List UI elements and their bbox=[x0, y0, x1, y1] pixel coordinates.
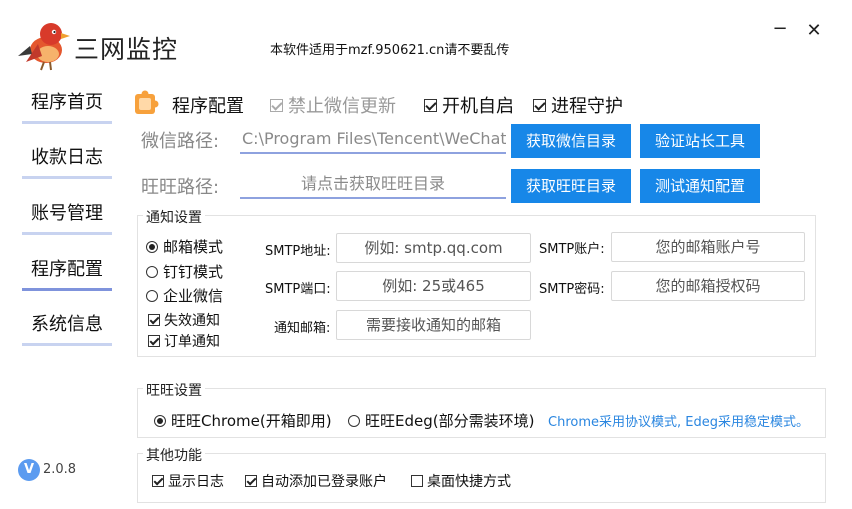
smtp-port-label: SMTP端口: bbox=[265, 282, 331, 297]
app-title: 三网监控 bbox=[74, 35, 179, 64]
mode-dingtalk-radio[interactable]: 钉钉模式 bbox=[146, 261, 223, 282]
other-features-title: 其他功能 bbox=[143, 445, 205, 465]
notify-email-label: 通知邮箱: bbox=[274, 321, 331, 336]
wechat-path-label: 微信路径: bbox=[141, 131, 220, 152]
config-section-title: 程序配置 bbox=[172, 96, 244, 117]
smtp-port-input[interactable]: 例如: 25或465 bbox=[336, 271, 531, 301]
minimize-button[interactable]: − bbox=[772, 20, 788, 40]
sidebar-item-accounts[interactable]: 账号管理 bbox=[22, 199, 112, 235]
checkbox-label: 自动添加已登录账户 bbox=[261, 474, 387, 490]
smtp-host-label: SMTP地址: bbox=[265, 244, 331, 259]
wangwang-edge-radio[interactable]: 旺旺Edeg(部分需装环境) bbox=[348, 410, 534, 431]
process-guard-checkbox[interactable]: 进程守护 bbox=[533, 92, 623, 118]
radio-label: 旺旺Edeg(部分需装环境) bbox=[365, 412, 535, 430]
puzzle-icon bbox=[135, 90, 159, 114]
sidebar-item-config[interactable]: 程序配置 bbox=[22, 255, 112, 291]
usage-notice: 本软件适用于mzf.950621.cn请不要乱传 bbox=[270, 43, 510, 58]
checkbox-box bbox=[245, 475, 257, 487]
radio-dot bbox=[154, 414, 166, 427]
smtp-account-label: SMTP账户: bbox=[539, 242, 605, 257]
checkbox-box bbox=[270, 98, 283, 112]
radio-label: 邮箱模式 bbox=[163, 238, 224, 256]
radio-label: 旺旺Chrome(开箱即用) bbox=[171, 412, 332, 430]
order-notify-checkbox[interactable]: 订单通知 bbox=[148, 331, 220, 351]
disable-wechat-update-checkbox[interactable]: 禁止微信更新 bbox=[270, 92, 396, 118]
radio-dot bbox=[348, 414, 360, 427]
close-button[interactable]: ✕ bbox=[804, 20, 824, 42]
mode-email-radio[interactable]: 邮箱模式 bbox=[146, 236, 223, 257]
notify-email-input[interactable]: 需要接收通知的邮箱 bbox=[336, 310, 531, 340]
sidebar-item-payment-log[interactable]: 收款日志 bbox=[22, 143, 112, 179]
get-wangwang-dir-button[interactable]: 获取旺旺目录 bbox=[511, 169, 631, 203]
checkbox-label: 显示日志 bbox=[168, 474, 224, 490]
desktop-shortcut-checkbox[interactable]: 桌面快捷方式 bbox=[411, 471, 511, 491]
wangwang-settings-title: 旺旺设置 bbox=[143, 380, 205, 400]
checkbox-label: 进程守护 bbox=[551, 96, 623, 117]
smtp-account-input[interactable]: 您的邮箱账户号 bbox=[611, 232, 805, 262]
checkbox-box bbox=[533, 98, 546, 112]
wechat-path-input[interactable]: C:\Program Files\Tencent\WeChat\ bbox=[240, 124, 506, 154]
radio-dot bbox=[146, 289, 158, 302]
version-label: 2.0.8 bbox=[43, 462, 77, 477]
radio-label: 企业微信 bbox=[163, 287, 224, 305]
autostart-checkbox[interactable]: 开机自启 bbox=[424, 92, 514, 118]
checkbox-label: 桌面快捷方式 bbox=[427, 474, 511, 490]
checkbox-box bbox=[148, 335, 160, 347]
get-wechat-dir-button[interactable]: 获取微信目录 bbox=[511, 124, 631, 158]
smtp-password-input[interactable]: 您的邮箱授权码 bbox=[611, 271, 805, 301]
radio-dot bbox=[146, 240, 158, 253]
checkbox-box bbox=[148, 314, 160, 326]
checkbox-label: 订单通知 bbox=[164, 334, 220, 350]
expire-notify-checkbox[interactable]: 失效通知 bbox=[148, 310, 220, 330]
mode-wecom-radio[interactable]: 企业微信 bbox=[146, 285, 223, 306]
checkbox-box bbox=[152, 475, 164, 487]
show-log-checkbox[interactable]: 显示日志 bbox=[152, 471, 224, 491]
checkbox-box bbox=[411, 475, 423, 487]
wangwang-path-input[interactable]: 请点击获取旺旺目录 bbox=[240, 169, 506, 199]
smtp-host-input[interactable]: 例如: smtp.qq.com bbox=[336, 233, 531, 263]
wangwang-path-label: 旺旺路径: bbox=[141, 177, 220, 198]
radio-label: 钉钉模式 bbox=[163, 263, 224, 281]
verify-webmaster-tool-button[interactable]: 验证站长工具 bbox=[640, 124, 760, 158]
checkbox-box bbox=[424, 98, 437, 112]
checkbox-label: 失效通知 bbox=[164, 313, 220, 329]
checkbox-label: 开机自启 bbox=[442, 96, 514, 117]
bird-logo-icon bbox=[18, 23, 70, 71]
smtp-password-label: SMTP密码: bbox=[539, 282, 605, 297]
wangwang-chrome-radio[interactable]: 旺旺Chrome(开箱即用) bbox=[154, 410, 332, 431]
notify-settings-title: 通知设置 bbox=[143, 207, 205, 227]
sidebar-item-system-info[interactable]: 系统信息 bbox=[22, 310, 112, 346]
sidebar-item-home[interactable]: 程序首页 bbox=[22, 88, 112, 124]
checkbox-label: 禁止微信更新 bbox=[288, 96, 396, 117]
version-icon: V bbox=[18, 459, 40, 481]
auto-add-account-checkbox[interactable]: 自动添加已登录账户 bbox=[245, 471, 387, 491]
radio-dot bbox=[146, 265, 158, 278]
wangwang-mode-note: Chrome采用协议模式, Edeg采用稳定模式。 bbox=[548, 415, 809, 430]
test-notify-config-button[interactable]: 测试通知配置 bbox=[640, 169, 760, 203]
